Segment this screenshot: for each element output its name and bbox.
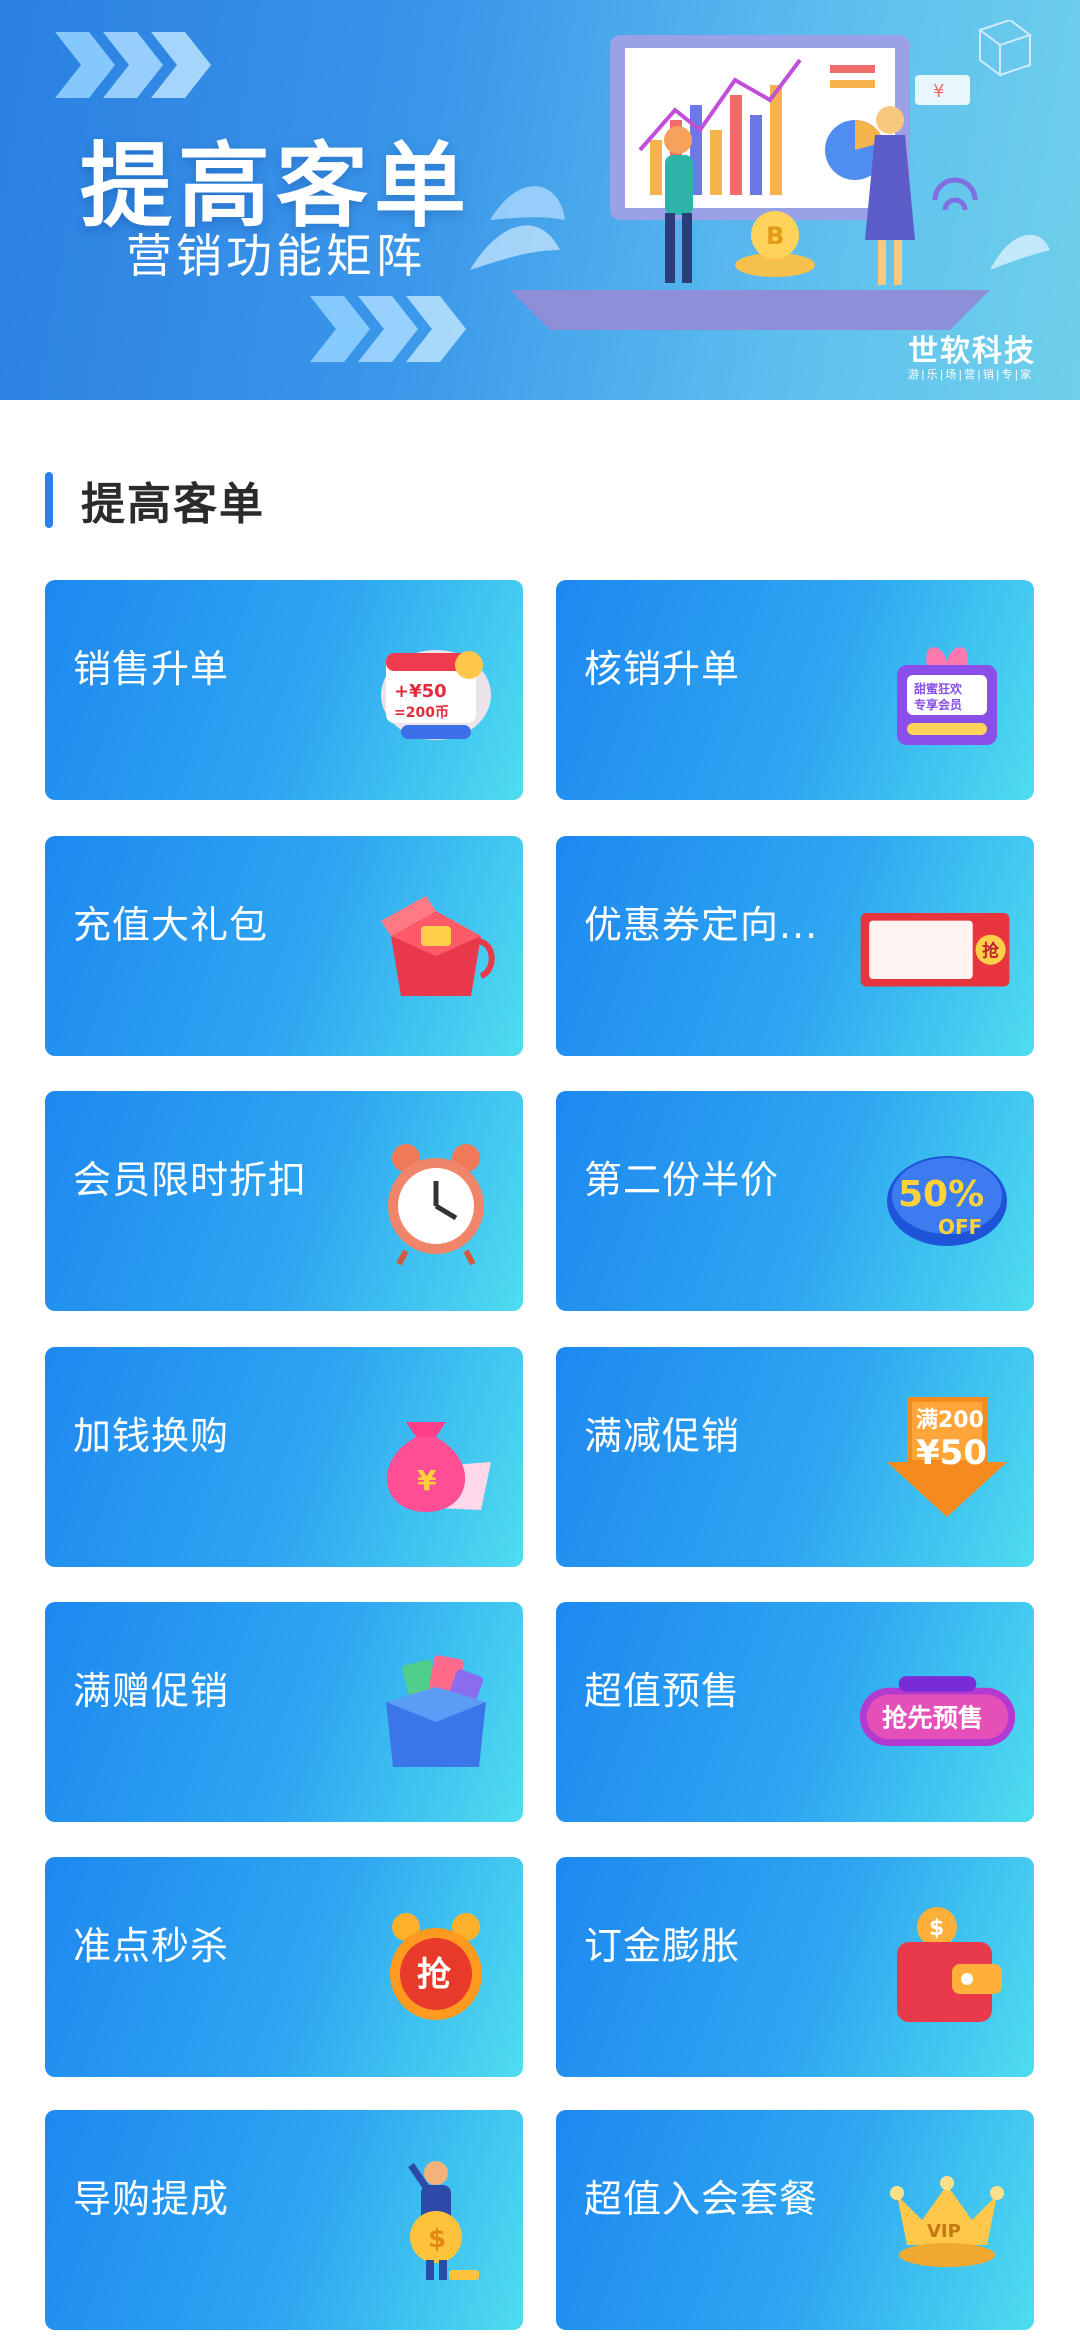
feature-card-spend-discount[interactable]: 满减促销 满200 ¥50 bbox=[556, 1347, 1034, 1567]
money-bag-icon: ¥ bbox=[386, 1422, 491, 1512]
feature-card-sales-commission[interactable]: 导购提成 $ bbox=[45, 2110, 523, 2330]
salesperson-coin-icon: $ bbox=[408, 2161, 479, 2280]
feature-card-label: 导购提成 bbox=[73, 2177, 230, 2221]
open-box-icon bbox=[386, 1655, 486, 1767]
wallet-icon: $ bbox=[897, 1907, 1002, 2022]
svg-text:¥: ¥ bbox=[417, 1464, 437, 1497]
hero-banner: 提高客单 营销功能矩阵 B ¥ 世软科技 游|乐|场|营|销|专|家 bbox=[0, 0, 1080, 400]
feature-card-label: 满减促销 bbox=[584, 1414, 741, 1458]
brand-tagline: 游|乐|场|营|销|专|家 bbox=[908, 368, 1034, 381]
flash-sale-clock-icon: 抢 bbox=[390, 1913, 482, 2020]
section-title: 提高客单 bbox=[81, 479, 265, 530]
feature-card-label: 核销升单 bbox=[584, 647, 741, 691]
feature-card-label: 超值入会套餐 bbox=[584, 2177, 819, 2221]
feature-card-redeem-upsell[interactable]: 核销升单 甜蜜狂欢 专享会员 bbox=[556, 580, 1034, 800]
feature-card-recharge-gift[interactable]: 充值大礼包 bbox=[45, 836, 523, 1056]
section-accent-bar bbox=[45, 472, 53, 528]
brand-name: 世软科技 bbox=[908, 334, 1036, 369]
feature-card-label: 加钱换购 bbox=[73, 1414, 230, 1458]
coin-coupon-icon: +¥50 =200币 bbox=[381, 650, 491, 740]
svg-text:50%: 50% bbox=[898, 1174, 984, 1215]
svg-text:OFF: OFF bbox=[938, 1215, 982, 1239]
svg-text:B: B bbox=[766, 222, 784, 250]
feature-card-add-on-purchase[interactable]: 加钱换购 ¥ bbox=[45, 1347, 523, 1567]
feature-card-deposit-boost[interactable]: 订金膨胀 $ bbox=[556, 1857, 1034, 2077]
feature-card-label: 优惠券定向... bbox=[584, 903, 819, 947]
feature-card-label: 第二份半价 bbox=[584, 1158, 780, 1202]
svg-text:抢先预售: 抢先预售 bbox=[882, 1704, 983, 1733]
svg-text:甜蜜狂欢: 甜蜜狂欢 bbox=[914, 681, 963, 696]
feature-card-second-half-price[interactable]: 第二份半价 50% OFF bbox=[556, 1091, 1034, 1311]
svg-text:抢: 抢 bbox=[982, 940, 1000, 960]
discount-arrow-icon: 满200 ¥50 bbox=[887, 1397, 1007, 1517]
feature-card-member-discount[interactable]: 会员限时折扣 bbox=[45, 1091, 523, 1311]
feature-card-label: 会员限时折扣 bbox=[73, 1158, 308, 1202]
svg-text:+¥50: +¥50 bbox=[394, 681, 447, 702]
coupon-ticket-icon: 抢 bbox=[860, 913, 1010, 987]
svg-text:满200: 满200 bbox=[916, 1408, 984, 1433]
chevron-decoration-icon bbox=[310, 296, 466, 362]
presale-badge-icon: 抢先预售 bbox=[859, 1676, 1016, 1746]
svg-text:¥: ¥ bbox=[933, 81, 944, 102]
fifty-off-icon: 50% OFF bbox=[887, 1156, 1007, 1246]
feature-card-coupon-targeting[interactable]: 优惠券定向... 抢 bbox=[556, 836, 1034, 1056]
alarm-clock-icon bbox=[388, 1144, 484, 1266]
svg-text:VIP: VIP bbox=[927, 2221, 961, 2242]
chevron-decoration-icon bbox=[55, 32, 211, 98]
svg-text:专享会员: 专享会员 bbox=[914, 697, 962, 712]
gift-badge-icon: 甜蜜狂欢 专享会员 bbox=[897, 647, 997, 745]
feature-card-label: 订金膨胀 bbox=[584, 1924, 741, 1968]
svg-text:=200币: =200币 bbox=[394, 705, 449, 721]
svg-text:抢: 抢 bbox=[417, 1955, 452, 1995]
section-header: 提高客单 bbox=[45, 472, 265, 530]
feature-card-label: 满赠促销 bbox=[73, 1669, 230, 1713]
feature-card-label: 超值预售 bbox=[584, 1669, 741, 1713]
banner-subtitle: 营销功能矩阵 bbox=[126, 229, 426, 283]
feature-card-spend-gift[interactable]: 满赠促销 bbox=[45, 1602, 523, 1822]
feature-card-label: 充值大礼包 bbox=[73, 903, 269, 947]
feature-card-label: 销售升单 bbox=[73, 647, 230, 691]
laptop-analytics-illustration: B ¥ bbox=[470, 20, 1050, 330]
feature-card-membership-package[interactable]: 超值入会套餐 VIP bbox=[556, 2110, 1034, 2330]
feature-card-sales-upsell[interactable]: 销售升单 +¥50 =200币 bbox=[45, 580, 523, 800]
vip-crown-icon: VIP bbox=[890, 2176, 1004, 2267]
feature-card-label: 准点秒杀 bbox=[73, 1924, 230, 1968]
feature-card-flash-sale[interactable]: 准点秒杀 抢 bbox=[45, 1857, 523, 2077]
gift-box-icon bbox=[381, 896, 495, 996]
feature-card-presale[interactable]: 超值预售 抢先预售 bbox=[556, 1602, 1034, 1822]
svg-text:$: $ bbox=[428, 2224, 446, 2254]
svg-text:¥50: ¥50 bbox=[916, 1433, 987, 1473]
svg-text:$: $ bbox=[929, 1916, 944, 1941]
